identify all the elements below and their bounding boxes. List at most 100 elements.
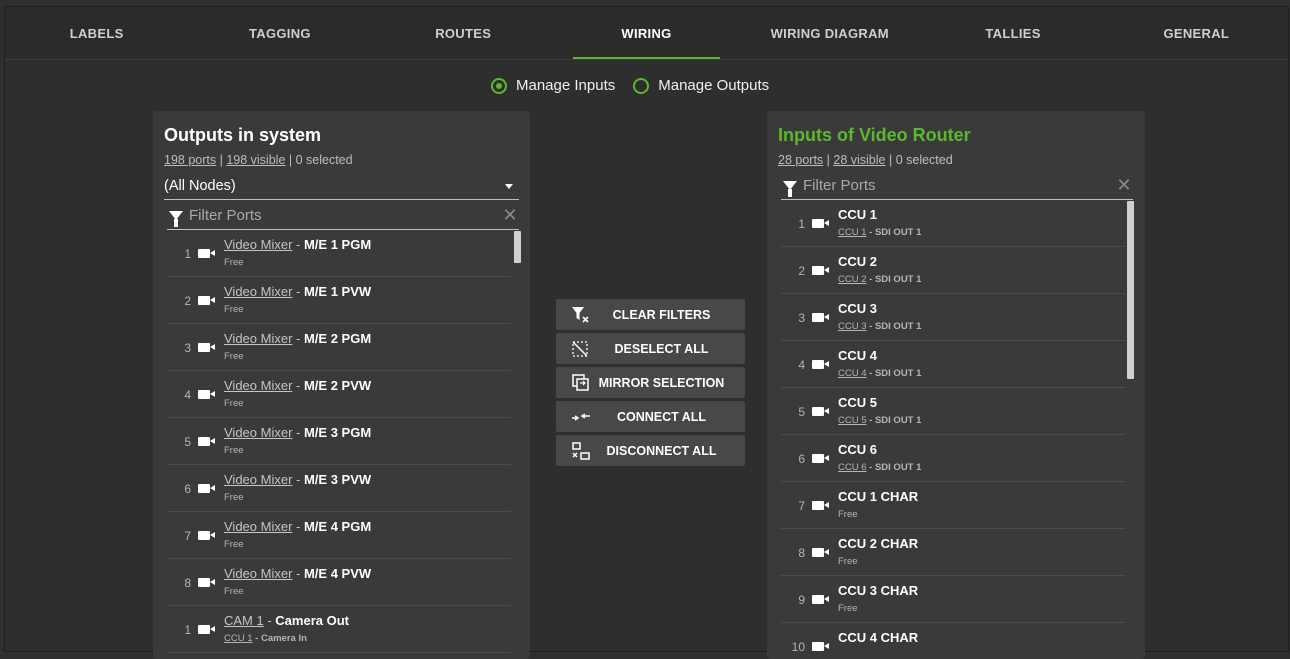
camera-icon	[198, 531, 215, 540]
device-link[interactable]: Video Mixer	[224, 378, 292, 393]
selected-count: | 0 selected	[285, 153, 353, 167]
node-select-value: (All Nodes)	[164, 178, 236, 194]
ports-count-link[interactable]: 198 ports	[164, 153, 216, 167]
device-link[interactable]: Video Mixer	[224, 237, 292, 252]
list-item[interactable]: 8 Video Mixer - M/E 4 PVW Free	[167, 559, 511, 606]
connection-port: - SDI OUT 1	[866, 274, 922, 285]
outputs-filter: ✕	[167, 201, 519, 230]
port-title: CCU 2 CHAR	[838, 536, 918, 551]
list-item[interactable]: 3 Video Mixer - M/E 2 PGM Free	[167, 324, 511, 371]
port-title: Video Mixer - M/E 1 PVW	[224, 284, 371, 299]
port-name: M/E 2 PGM	[303, 331, 372, 346]
list-item[interactable]: 3 CCU 3 CCU 3 - SDI OUT 1	[781, 294, 1125, 341]
list-item[interactable]: 8 CCU 2 CHAR Free	[781, 529, 1125, 576]
connection-link[interactable]: CCU 1	[838, 227, 867, 238]
port-number: 7	[184, 529, 191, 543]
close-icon[interactable]: ✕	[501, 205, 519, 226]
list-item[interactable]: 9 CCU 3 CHAR Free	[781, 576, 1125, 623]
action-disconnect-all-button[interactable]: DISCONNECT ALL	[556, 435, 745, 466]
camera-icon	[812, 219, 829, 228]
mirror-icon	[571, 374, 591, 392]
camera-icon	[812, 642, 829, 651]
action-buttons: CLEAR FILTERS DESELECT ALL MIRROR SELECTIO…	[556, 299, 745, 469]
port-status: CCU 3 - SDI OUT 1	[838, 321, 921, 332]
outputs-scrollbar[interactable]	[514, 231, 521, 263]
action-connect-all-button[interactable]: CONNECT ALL	[556, 401, 745, 432]
port-name: CCU 5	[838, 395, 878, 410]
list-item[interactable]: 5 CCU 5 CCU 5 - SDI OUT 1	[781, 388, 1125, 435]
list-item[interactable]: 5 Video Mixer - M/E 3 PGM Free	[167, 418, 511, 465]
node-select[interactable]: (All Nodes)	[164, 173, 519, 200]
port-status: Free	[224, 492, 244, 503]
tab-labels[interactable]: LABELS	[5, 7, 188, 59]
connection-link[interactable]: CCU 3	[838, 321, 867, 332]
list-item[interactable]: 7 CCU 1 CHAR Free	[781, 482, 1125, 529]
device-link[interactable]: Video Mixer	[224, 425, 292, 440]
connection-port: - SDI OUT 1	[866, 321, 922, 332]
connection-link[interactable]: CCU 1	[224, 633, 253, 644]
list-item[interactable]: 4 CCU 4 CCU 4 - SDI OUT 1	[781, 341, 1125, 388]
device-link[interactable]: Video Mixer	[224, 472, 292, 487]
action-clear-filters-button[interactable]: CLEAR FILTERS	[556, 299, 745, 330]
port-status: Free	[224, 351, 244, 362]
port-number: 8	[798, 546, 805, 560]
tab-routes[interactable]: ROUTES	[372, 7, 555, 59]
connection-link[interactable]: CCU 4	[838, 368, 867, 379]
connection-link[interactable]: CCU 6	[838, 462, 867, 473]
port-status: Free	[224, 586, 244, 597]
port-status: CCU 2 - SDI OUT 1	[838, 274, 921, 285]
camera-icon	[198, 390, 215, 399]
inputs-filter-input[interactable]	[797, 176, 1115, 194]
port-status: Free	[838, 556, 858, 567]
list-item[interactable]: 6 CCU 6 CCU 6 - SDI OUT 1	[781, 435, 1125, 482]
tab-tallies[interactable]: TALLIES	[921, 7, 1104, 59]
manage-inputs-option[interactable]: Manage Inputs	[491, 77, 615, 94]
radio-unselected-icon[interactable]	[633, 77, 650, 94]
device-link[interactable]: Video Mixer	[224, 284, 292, 299]
port-name: M/E 4 PVW	[303, 566, 372, 581]
list-item[interactable]: 4 Video Mixer - M/E 2 PVW Free	[167, 371, 511, 418]
action-mirror-selection-button[interactable]: MIRROR SELECTION	[556, 367, 745, 398]
port-number: 8	[184, 576, 191, 590]
port-status: Free	[224, 257, 244, 268]
list-item[interactable]: 1 CAM 1 - Camera Out CCU 1 - Camera In	[167, 606, 511, 653]
port-name: Camera Out	[275, 613, 349, 628]
inputs-scrollbar[interactable]	[1127, 201, 1134, 379]
close-icon[interactable]: ✕	[1115, 175, 1133, 196]
outputs-counts: 198 ports | 198 visible | 0 selected	[164, 153, 353, 167]
port-title: CCU 5	[838, 395, 877, 410]
tab-general[interactable]: GENERAL	[1105, 7, 1288, 59]
port-name: M/E 1 PGM	[303, 237, 372, 252]
list-item[interactable]: 2 CCU 2 CCU 2 - SDI OUT 1	[781, 247, 1125, 294]
port-name: M/E 3 PVW	[303, 472, 372, 487]
outputs-filter-input[interactable]	[183, 206, 501, 224]
connection-link[interactable]: CCU 2	[838, 274, 867, 285]
outputs-panel-title: Outputs in system	[164, 125, 322, 145]
radio-selected-icon[interactable]	[491, 77, 507, 94]
tab-wiring-diagram[interactable]: WIRING DIAGRAM	[738, 7, 921, 59]
tab-wiring[interactable]: WIRING	[555, 7, 738, 59]
visible-count-link[interactable]: 198 visible	[226, 153, 285, 167]
ports-count-link[interactable]: 28 ports	[778, 153, 823, 167]
list-item[interactable]: 10 CCU 4 CHAR	[781, 623, 1125, 659]
port-title: Video Mixer - M/E 4 PGM	[224, 519, 371, 534]
list-item[interactable]: 6 Video Mixer - M/E 3 PVW Free	[167, 465, 511, 512]
device-link[interactable]: Video Mixer	[224, 566, 292, 581]
device-link[interactable]: Video Mixer	[224, 331, 292, 346]
title-separator: -	[292, 378, 304, 393]
list-item[interactable]: 1 Video Mixer - M/E 1 PGM Free	[167, 230, 511, 277]
visible-count-link[interactable]: 28 visible	[833, 153, 885, 167]
port-title: Video Mixer - M/E 3 PVW	[224, 472, 371, 487]
device-link[interactable]: Video Mixer	[224, 519, 292, 534]
connect-icon	[571, 408, 591, 426]
list-item[interactable]: 2 Video Mixer - M/E 1 PVW Free	[167, 277, 511, 324]
manage-outputs-option[interactable]: Manage Outputs	[633, 77, 769, 94]
list-item[interactable]: 7 Video Mixer - M/E 4 PGM Free	[167, 512, 511, 559]
device-link[interactable]: CAM 1	[224, 613, 264, 628]
action-deselect-all-button[interactable]: DESELECT ALL	[556, 333, 745, 364]
camera-icon	[812, 266, 829, 275]
tab-tagging[interactable]: TAGGING	[188, 7, 371, 59]
manage-inputs-label: Manage Inputs	[516, 77, 616, 94]
connection-link[interactable]: CCU 5	[838, 415, 867, 426]
list-item[interactable]: 1 CCU 1 CCU 1 - SDI OUT 1	[781, 200, 1125, 247]
